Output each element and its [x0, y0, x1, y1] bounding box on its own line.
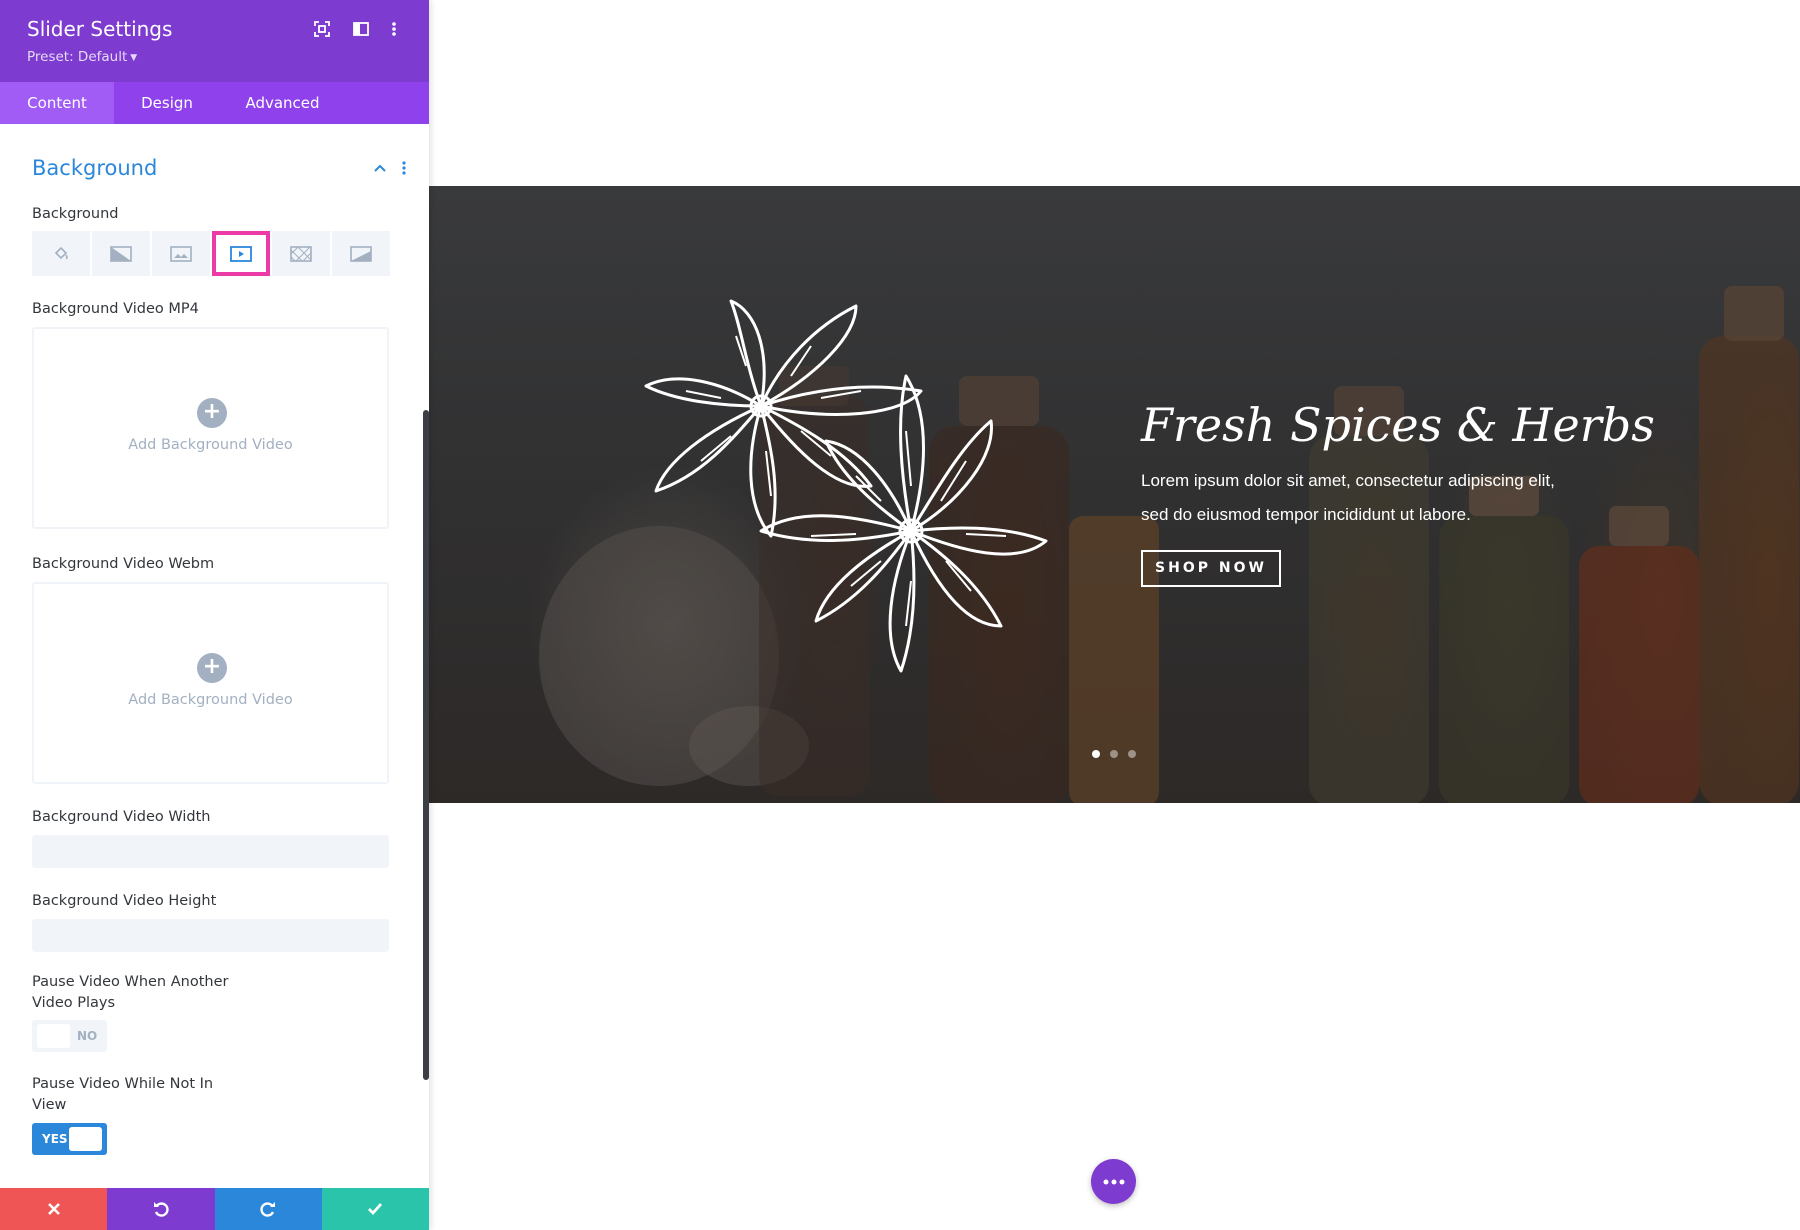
bg-type-gradient[interactable] [92, 231, 150, 276]
shop-now-button[interactable]: SHOP NOW [1141, 550, 1281, 587]
pause-view-toggle[interactable]: YES [32, 1123, 107, 1155]
preset-label: Preset: Default [27, 49, 128, 65]
pause-view-label-line-1: Pause Video While Not In [32, 1076, 214, 1092]
pause-view-label-line-2: View [32, 1097, 67, 1113]
slider-dot-2[interactable] [1110, 750, 1118, 758]
panel-tabs: Content Design Advanced [0, 82, 429, 124]
undo-button[interactable] [107, 1188, 215, 1230]
redo-icon [260, 1202, 276, 1217]
bg-type-pattern[interactable] [272, 231, 330, 276]
video-height-label: Background Video Height [32, 893, 217, 909]
slide-title: Fresh Spices & Herbs [1141, 398, 1655, 452]
slide-description-line-1: Lorem ipsum dolor sit amet, consectetur … [1141, 471, 1555, 490]
undo-icon [153, 1202, 169, 1217]
slider-dot-3[interactable] [1128, 750, 1136, 758]
video-mp4-uploader[interactable]: + Add Background Video [32, 327, 389, 529]
video-webm-label: Background Video Webm [32, 556, 215, 572]
kebab-menu-icon[interactable] [389, 20, 399, 38]
discard-button[interactable] [0, 1188, 108, 1230]
slide-description: Lorem ipsum dolor sit amet, consectetur … [1141, 464, 1611, 532]
expand-icon[interactable] [313, 20, 331, 38]
add-video-label: Add Background Video [128, 692, 293, 708]
add-icon: + [197, 653, 227, 683]
tab-advanced[interactable]: Advanced [220, 82, 345, 124]
bg-type-color[interactable] [32, 231, 90, 276]
settings-panel: Slider Settings Preset: Default ▼ Content… [0, 0, 429, 1230]
video-icon [230, 245, 252, 262]
page-settings-button[interactable] [1091, 1159, 1136, 1204]
gradient-icon [110, 245, 132, 262]
action-bar [0, 1188, 429, 1230]
background-type-tabs [32, 231, 390, 276]
image-icon [170, 245, 192, 262]
split-view-icon[interactable] [352, 20, 370, 38]
paint-bucket-icon [54, 246, 68, 259]
bg-type-mask[interactable] [332, 231, 390, 276]
bg-type-video[interactable] [212, 231, 270, 276]
pause-other-label-line-2: Video Plays [32, 995, 116, 1011]
pause-view-label: Pause Video While Not In View [32, 1074, 213, 1116]
redo-button[interactable] [214, 1188, 322, 1230]
mask-icon [350, 245, 372, 262]
panel-header: Slider Settings Preset: Default ▼ [0, 0, 429, 82]
preset-dropdown[interactable]: Preset: Default ▼ [27, 49, 137, 65]
section-menu-icon[interactable] [401, 160, 407, 176]
tab-design[interactable]: Design [114, 82, 220, 124]
pause-other-toggle[interactable]: NO [32, 1020, 107, 1052]
video-width-label: Background Video Width [32, 809, 211, 825]
toggle-state: NO [77, 1029, 98, 1043]
tab-content[interactable]: Content [0, 82, 114, 124]
pause-other-label-line-1: Pause Video When Another [32, 974, 229, 990]
video-webm-uploader[interactable]: + Add Background Video [32, 582, 389, 784]
bg-type-image[interactable] [152, 231, 210, 276]
close-icon [47, 1203, 60, 1215]
add-icon: + [197, 398, 227, 428]
add-video-label: Add Background Video [128, 437, 293, 453]
section-title-background[interactable]: Background [32, 156, 157, 180]
slider-dot-1[interactable] [1092, 750, 1100, 758]
slide-description-line-2: sed do eiusmod tempor incididunt ut labo… [1141, 505, 1471, 524]
toggle-knob [37, 1024, 70, 1048]
background-label: Background [32, 206, 119, 222]
caret-down-icon: ▼ [130, 53, 138, 63]
toggle-state: YES [42, 1132, 68, 1146]
save-button[interactable] [321, 1188, 429, 1230]
toggle-knob [69, 1127, 102, 1151]
pattern-icon [290, 245, 312, 262]
video-height-input[interactable] [32, 919, 389, 952]
panel-title: Slider Settings [27, 17, 173, 41]
video-width-input[interactable] [32, 835, 389, 868]
star-anise-illustration [644, 299, 1048, 673]
pause-other-label: Pause Video When Another Video Plays [32, 972, 228, 1014]
more-dots-icon [1103, 1179, 1124, 1184]
video-mp4-label: Background Video MP4 [32, 301, 199, 317]
panel-scrollbar[interactable] [423, 410, 429, 1080]
slider-module[interactable]: Fresh Spices & Herbs Lorem ipsum dolor s… [429, 186, 1800, 803]
chevron-up-icon[interactable] [372, 160, 388, 176]
check-icon [368, 1203, 383, 1216]
